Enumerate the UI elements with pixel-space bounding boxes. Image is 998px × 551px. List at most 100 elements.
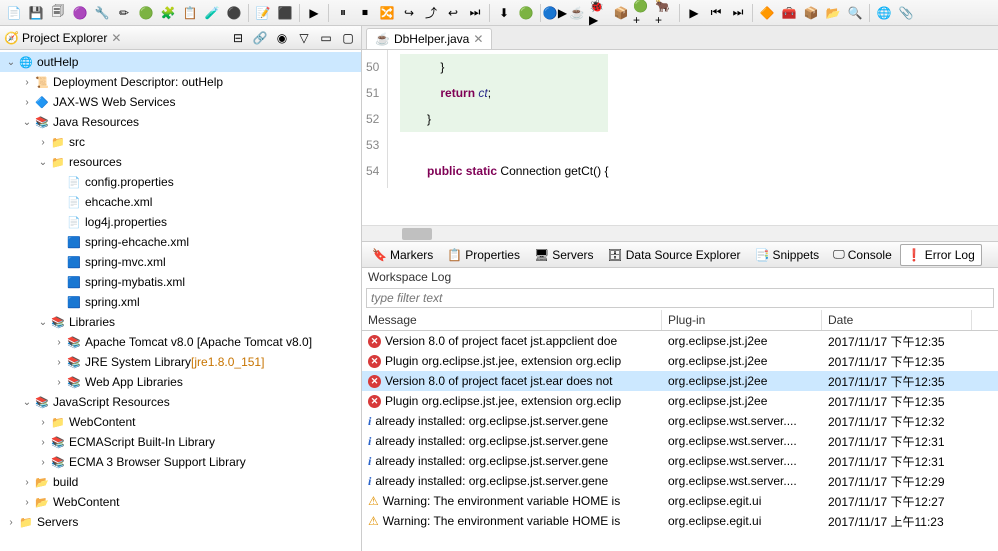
expand-icon[interactable]: › (20, 97, 34, 108)
toolbar-button[interactable]: ⏭ (728, 3, 748, 23)
code-editor[interactable]: 5051525354 } return ct; } public static … (362, 50, 998, 225)
col-date[interactable]: Date (822, 310, 972, 330)
tree-item[interactable]: 🟦spring-ehcache.xml (0, 232, 361, 252)
expand-icon[interactable]: › (20, 477, 34, 488)
toolbar-button[interactable]: ⏹ (355, 3, 375, 23)
toolbar-button[interactable]: 🧩 (158, 3, 178, 23)
bottom-tab[interactable]: 🖥Servers (528, 245, 600, 265)
log-row[interactable]: ✕Version 8.0 of project facet jst.appcli… (362, 331, 998, 351)
log-row[interactable]: ✕Version 8.0 of project facet jst.ear do… (362, 371, 998, 391)
toolbar-button[interactable]: 📂 (823, 3, 843, 23)
toolbar-button[interactable]: 🐞▶ (589, 3, 609, 23)
code-content[interactable]: } return ct; } public static Connection … (388, 50, 608, 188)
tree-item[interactable]: 🟦spring-mvc.xml (0, 252, 361, 272)
toolbar-button[interactable]: ↩ (443, 3, 463, 23)
view-menu-icon[interactable]: ▽ (295, 29, 313, 47)
toolbar-button[interactable]: 🔶 (757, 3, 777, 23)
tree-item[interactable]: ›📂WebContent (0, 492, 361, 512)
bottom-tab[interactable]: ❗Error Log (900, 244, 982, 266)
bottom-tab[interactable]: 🗄Data Source Explorer (602, 245, 747, 265)
expand-icon[interactable]: › (36, 457, 50, 468)
expand-icon[interactable]: › (4, 517, 18, 528)
close-tab-icon[interactable]: ✕ (473, 32, 483, 46)
toolbar-button[interactable]: ⏸ (333, 3, 353, 23)
tree-item[interactable]: 🟦spring-mybatis.xml (0, 272, 361, 292)
link-editor-icon[interactable]: 🔗 (251, 29, 269, 47)
scrollbar-thumb[interactable] (402, 228, 432, 240)
expand-icon[interactable]: › (52, 337, 66, 348)
minimize-icon[interactable]: ▭ (317, 29, 335, 47)
expand-icon[interactable]: › (52, 357, 66, 368)
toolbar-button[interactable]: ⏮ (706, 3, 726, 23)
log-row[interactable]: ialready installed: org.eclipse.jst.serv… (362, 411, 998, 431)
toolbar-button[interactable]: 🟣 (70, 3, 90, 23)
toolbar-button[interactable]: 🔵▶ (545, 3, 565, 23)
tree-item[interactable]: 📄config.properties (0, 172, 361, 192)
bottom-tab[interactable]: 📋Properties (441, 245, 526, 265)
maximize-icon[interactable]: ▢ (339, 29, 357, 47)
expand-icon[interactable]: › (36, 417, 50, 428)
toolbar-button[interactable]: 🟢+ (633, 3, 653, 23)
col-plugin[interactable]: Plug-in (662, 310, 822, 330)
toolbar-button[interactable]: ▶ (684, 3, 704, 23)
tree-item[interactable]: ›📁Servers (0, 512, 361, 532)
tree-item[interactable]: ›📚Apache Tomcat v8.0 [Apache Tomcat v8.0… (0, 332, 361, 352)
toolbar-button[interactable]: 🌐 (874, 3, 894, 23)
toolbar-button[interactable]: ⚫ (224, 3, 244, 23)
expand-icon[interactable]: ⌄ (20, 397, 34, 408)
toolbar-button[interactable]: 🧰 (779, 3, 799, 23)
bottom-tab[interactable]: 📑Snippets (749, 245, 826, 265)
tree-item[interactable]: ⌄📁resources (0, 152, 361, 172)
toolbar-button[interactable]: ✏ (114, 3, 134, 23)
toolbar-button[interactable]: ▶ (304, 3, 324, 23)
toolbar-button[interactable]: 🟢 (516, 3, 536, 23)
toolbar-button[interactable]: 📎 (896, 3, 916, 23)
col-message[interactable]: Message (362, 310, 662, 330)
expand-icon[interactable]: ⌄ (36, 317, 50, 328)
explorer-close-icon[interactable]: ✕ (111, 31, 121, 45)
tree-item[interactable]: ⌄📚Libraries (0, 312, 361, 332)
toolbar-button[interactable]: 🟢 (136, 3, 156, 23)
toolbar-button[interactable]: 📦 (611, 3, 631, 23)
tree-item[interactable]: ›📚JRE System Library [jre1.8.0_151] (0, 352, 361, 372)
log-row[interactable]: ialready installed: org.eclipse.jst.serv… (362, 431, 998, 451)
tree-item[interactable]: ›🔷JAX-WS Web Services (0, 92, 361, 112)
expand-icon[interactable]: › (20, 77, 34, 88)
expand-icon[interactable]: › (36, 137, 50, 148)
toolbar-button[interactable]: 🗐 (48, 3, 68, 23)
log-row[interactable]: ialready installed: org.eclipse.jst.serv… (362, 451, 998, 471)
bottom-tab[interactable]: 🔖Markers (366, 245, 439, 265)
toolbar-button[interactable]: 🔍 (845, 3, 865, 23)
toolbar-button[interactable]: 🧪 (202, 3, 222, 23)
tree-item[interactable]: ›📚Web App Libraries (0, 372, 361, 392)
tree-item[interactable]: ›📁src (0, 132, 361, 152)
tree-item[interactable]: ›📂build (0, 472, 361, 492)
expand-icon[interactable]: › (52, 377, 66, 388)
toolbar-button[interactable]: 📦 (801, 3, 821, 23)
tree-item[interactable]: ›📚ECMA 3 Browser Support Library (0, 452, 361, 472)
filter-input[interactable] (366, 288, 994, 308)
expand-icon[interactable]: ⌄ (36, 157, 50, 168)
toolbar-button[interactable]: ⏭ (465, 3, 485, 23)
log-row[interactable]: ⚠Warning: The environment variable HOME … (362, 511, 998, 531)
project-tree[interactable]: ⌄🌐outHelp›📜Deployment Descriptor: outHel… (0, 50, 361, 551)
tree-item[interactable]: 🟦spring.xml (0, 292, 361, 312)
toolbar-button[interactable]: ⤴ (421, 3, 441, 23)
tree-item[interactable]: 📄ehcache.xml (0, 192, 361, 212)
tree-item[interactable]: ⌄🌐outHelp (0, 52, 361, 72)
toolbar-button[interactable]: 🔀 (377, 3, 397, 23)
toolbar-button[interactable]: ☕ (567, 3, 587, 23)
tree-item[interactable]: ›📚ECMAScript Built-In Library (0, 432, 361, 452)
toolbar-button[interactable]: 📝 (253, 3, 273, 23)
expand-icon[interactable]: ⌄ (20, 117, 34, 128)
tree-item[interactable]: 📄log4j.properties (0, 212, 361, 232)
log-row[interactable]: ialready installed: org.eclipse.jst.serv… (362, 471, 998, 491)
log-row[interactable]: ⚠Warning: The environment variable HOME … (362, 491, 998, 511)
collapse-all-icon[interactable]: ⊟ (229, 29, 247, 47)
toolbar-button[interactable]: 📄 (4, 3, 24, 23)
editor-tab[interactable]: ☕ DbHelper.java ✕ (366, 28, 492, 49)
bottom-tab[interactable]: 🖵Console (827, 244, 898, 265)
log-table-body[interactable]: ✕Version 8.0 of project facet jst.appcli… (362, 331, 998, 531)
toolbar-button[interactable]: ↪ (399, 3, 419, 23)
expand-icon[interactable]: › (20, 497, 34, 508)
